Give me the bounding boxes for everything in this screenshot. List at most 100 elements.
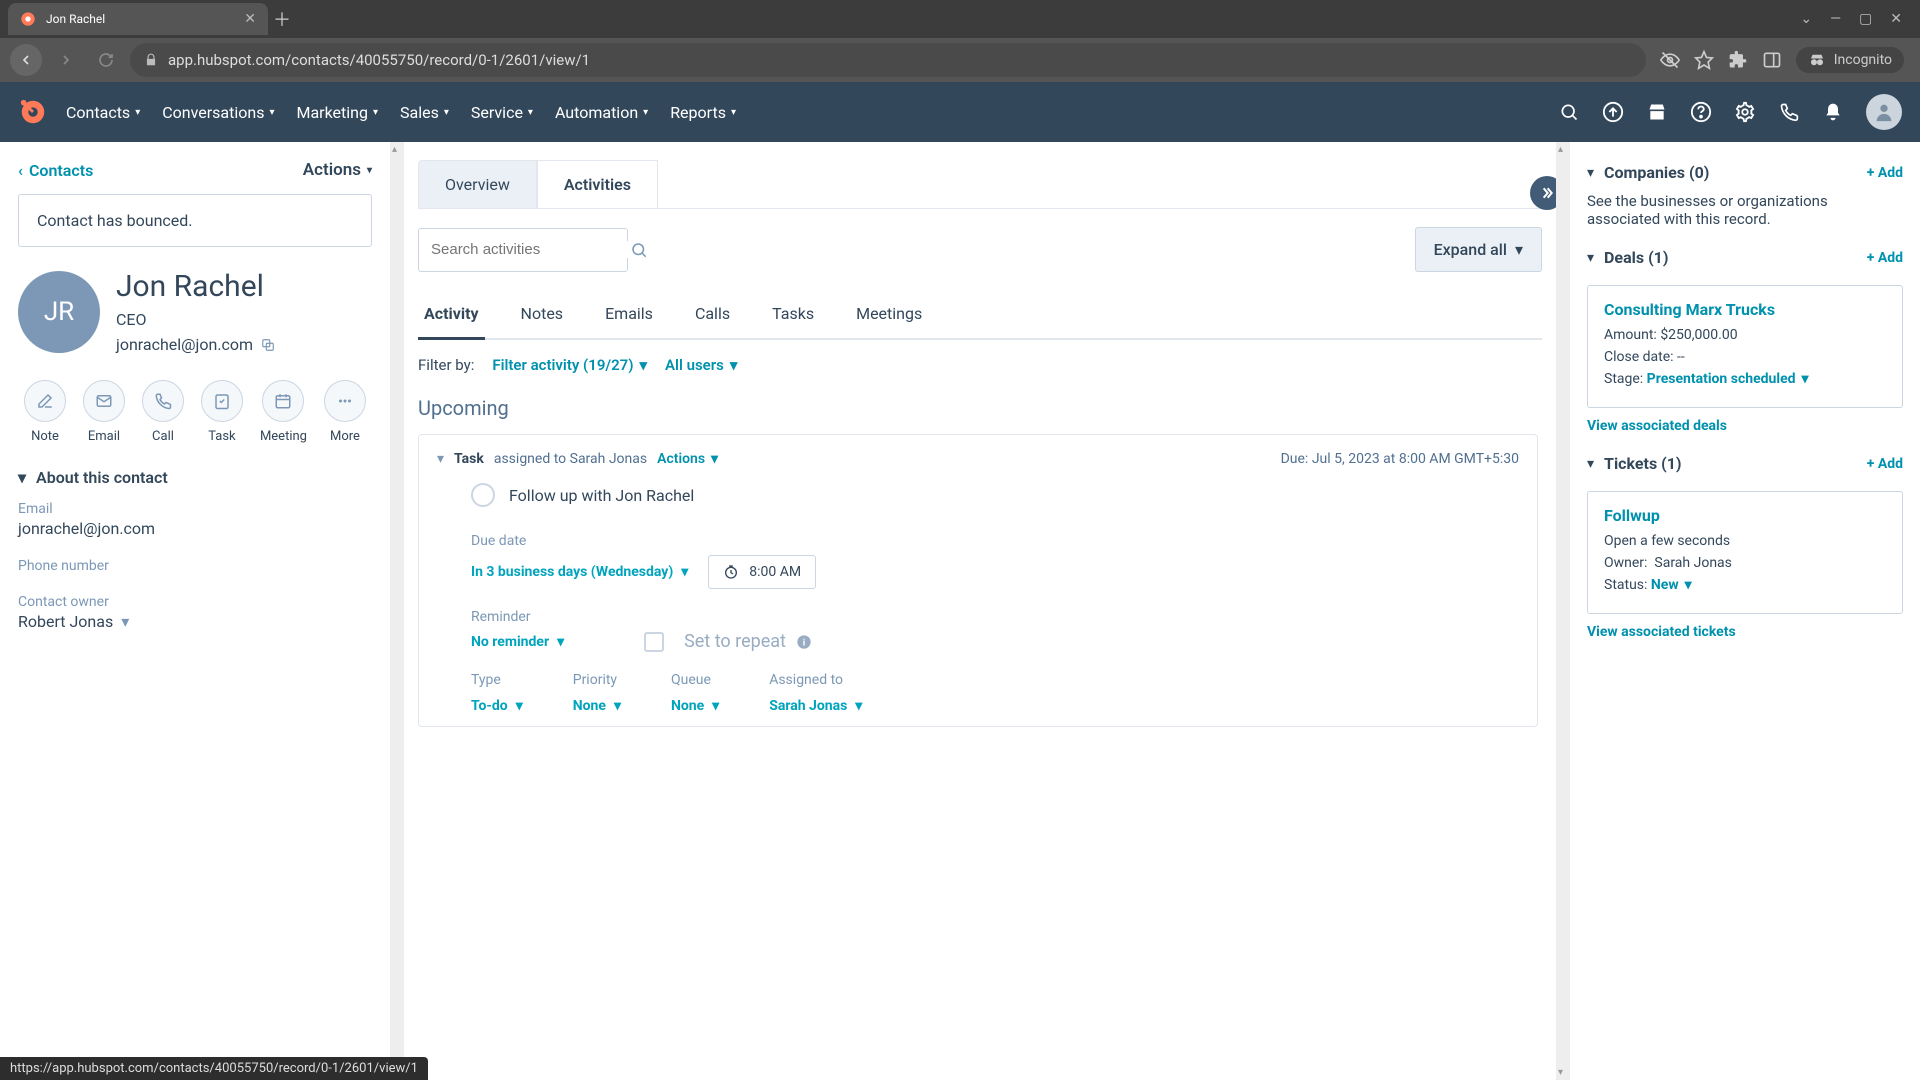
nav-conversations[interactable]: Conversations▾ bbox=[162, 103, 274, 122]
hubspot-logo-icon[interactable] bbox=[18, 97, 48, 127]
type-label: Type bbox=[471, 672, 523, 688]
tab-activities[interactable]: Activities bbox=[537, 160, 658, 208]
eye-off-icon[interactable] bbox=[1660, 50, 1680, 70]
subtab-notes[interactable]: Notes bbox=[515, 294, 570, 338]
scroll-up-icon[interactable]: ▴ bbox=[1558, 144, 1563, 155]
due-date-dropdown[interactable]: In 3 business days (Wednesday)▾ bbox=[471, 564, 688, 580]
subtab-tasks[interactable]: Tasks bbox=[766, 294, 820, 338]
left-scrollbar[interactable]: ▴ ▾ bbox=[390, 142, 404, 1080]
collapse-task-icon[interactable]: ▾ bbox=[437, 451, 444, 467]
reload-button[interactable] bbox=[90, 44, 122, 76]
nav-automation[interactable]: Automation▾ bbox=[555, 103, 648, 122]
tab-overview[interactable]: Overview bbox=[418, 160, 537, 208]
add-deal-button[interactable]: + Add bbox=[1867, 250, 1903, 266]
subtab-meetings[interactable]: Meetings bbox=[850, 294, 928, 338]
priority-dropdown[interactable]: None▾ bbox=[573, 698, 621, 714]
phone-icon[interactable] bbox=[1778, 101, 1800, 123]
info-icon[interactable]: i bbox=[796, 634, 812, 650]
panel-icon[interactable] bbox=[1762, 50, 1782, 70]
field-owner-value[interactable]: Robert Jonas▾ bbox=[18, 612, 372, 631]
collapse-deals-icon[interactable]: ▾ bbox=[1587, 250, 1594, 266]
search-icon[interactable] bbox=[1558, 101, 1580, 123]
about-section-toggle[interactable]: ▾ About this contact bbox=[18, 468, 372, 487]
settings-icon[interactable] bbox=[1734, 101, 1756, 123]
add-company-button[interactable]: + Add bbox=[1867, 165, 1903, 181]
email-button[interactable]: Email bbox=[83, 380, 125, 444]
more-button[interactable]: More bbox=[324, 380, 366, 444]
task-complete-checkbox[interactable] bbox=[471, 483, 495, 507]
reminder-dropdown[interactable]: No reminder▾ bbox=[471, 634, 564, 650]
ticket-status-dropdown[interactable]: New▾ bbox=[1651, 577, 1692, 593]
upgrade-icon[interactable] bbox=[1602, 101, 1624, 123]
forward-button[interactable] bbox=[50, 44, 82, 76]
search-activities-input[interactable] bbox=[418, 228, 628, 272]
nav-service[interactable]: Service▾ bbox=[471, 103, 533, 122]
subtab-emails[interactable]: Emails bbox=[599, 294, 659, 338]
contact-title: CEO bbox=[116, 310, 275, 329]
status-bar: https://app.hubspot.com/contacts/4005575… bbox=[0, 1057, 428, 1080]
add-ticket-button[interactable]: + Add bbox=[1867, 456, 1903, 472]
view-deals-link[interactable]: View associated deals bbox=[1587, 418, 1727, 434]
view-tickets-link[interactable]: View associated tickets bbox=[1587, 624, 1736, 640]
field-owner-label: Contact owner bbox=[18, 594, 372, 610]
contact-actions-dropdown[interactable]: Actions▾ bbox=[303, 160, 372, 180]
ticket-name-link[interactable]: Follwup bbox=[1604, 506, 1886, 525]
back-to-contacts-link[interactable]: ‹ Contacts bbox=[18, 161, 93, 180]
new-tab-button[interactable]: ＋ bbox=[268, 6, 296, 32]
maximize-icon[interactable]: ▢ bbox=[1859, 11, 1872, 27]
subtab-calls[interactable]: Calls bbox=[689, 294, 736, 338]
help-icon[interactable] bbox=[1690, 101, 1712, 123]
close-tab-icon[interactable]: ✕ bbox=[244, 11, 256, 27]
type-dropdown[interactable]: To-do▾ bbox=[471, 698, 523, 714]
note-button[interactable]: Note bbox=[24, 380, 66, 444]
collapse-companies-icon[interactable]: ▾ bbox=[1587, 165, 1594, 181]
url-bar[interactable]: app.hubspot.com/contacts/40055750/record… bbox=[130, 43, 1646, 77]
queue-dropdown[interactable]: None▾ bbox=[671, 698, 719, 714]
browser-chrome: Jon Rachel ✕ ＋ ⌄ — ▢ ✕ app.hubspot.com/c… bbox=[0, 0, 1920, 82]
marketplace-icon[interactable] bbox=[1646, 101, 1668, 123]
deal-name-link[interactable]: Consulting Marx Trucks bbox=[1604, 300, 1886, 319]
scroll-down-icon[interactable]: ▾ bbox=[1558, 1067, 1563, 1078]
back-button[interactable] bbox=[10, 44, 42, 76]
assignee-dropdown[interactable]: Sarah Jonas▾ bbox=[769, 698, 862, 714]
nav-reports[interactable]: Reports▾ bbox=[670, 103, 736, 122]
field-email-value[interactable]: jonrachel@jon.com bbox=[18, 519, 372, 538]
incognito-indicator[interactable]: Incognito bbox=[1796, 47, 1904, 73]
expand-all-button[interactable]: Expand all▾ bbox=[1415, 227, 1542, 272]
minimize-icon[interactable]: — bbox=[1830, 11, 1841, 27]
deal-card: Consulting Marx Trucks Amount: $250,000.… bbox=[1587, 285, 1903, 408]
extensions-icon[interactable] bbox=[1728, 50, 1748, 70]
task-card: ▾ Task assigned to Sarah Jonas Actions▾ … bbox=[418, 434, 1538, 727]
topnav-menu: Contacts▾ Conversations▾ Marketing▾ Sale… bbox=[66, 103, 736, 122]
notifications-icon[interactable] bbox=[1822, 101, 1844, 123]
user-avatar[interactable] bbox=[1866, 94, 1902, 130]
nav-sales[interactable]: Sales▾ bbox=[400, 103, 449, 122]
copy-icon[interactable] bbox=[261, 338, 275, 352]
deal-stage-dropdown[interactable]: Presentation scheduled▾ bbox=[1647, 371, 1809, 387]
chevron-down-icon: ▾ bbox=[18, 468, 26, 487]
collapse-tickets-icon[interactable]: ▾ bbox=[1587, 456, 1594, 472]
subtab-activity[interactable]: Activity bbox=[418, 294, 485, 340]
nav-contacts[interactable]: Contacts▾ bbox=[66, 103, 140, 122]
task-button[interactable]: Task bbox=[201, 380, 243, 444]
lock-icon bbox=[144, 53, 158, 67]
browser-tab-active[interactable]: Jon Rachel ✕ bbox=[8, 3, 268, 35]
close-window-icon[interactable]: ✕ bbox=[1890, 11, 1902, 27]
search-input[interactable] bbox=[431, 241, 630, 258]
nav-marketing[interactable]: Marketing▾ bbox=[296, 103, 378, 122]
task-kind: Task bbox=[454, 451, 484, 467]
field-email-label: Email bbox=[18, 501, 372, 517]
task-title[interactable]: Follow up with Jon Rachel bbox=[509, 486, 694, 505]
scroll-up-icon[interactable]: ▴ bbox=[392, 144, 397, 155]
repeat-checkbox[interactable] bbox=[644, 632, 664, 652]
due-time-input[interactable]: 8:00 AM bbox=[708, 555, 816, 589]
call-button[interactable]: Call bbox=[142, 380, 184, 444]
task-actions-dropdown[interactable]: Actions▾ bbox=[657, 451, 718, 467]
star-icon[interactable] bbox=[1694, 50, 1714, 70]
filter-activity-dropdown[interactable]: Filter activity (19/27)▾ bbox=[492, 356, 647, 374]
search-icon[interactable] bbox=[630, 241, 648, 259]
chevron-down-icon[interactable]: ⌄ bbox=[1800, 11, 1812, 27]
middle-scrollbar[interactable]: ▴ ▾ bbox=[1556, 142, 1570, 1080]
meeting-button[interactable]: Meeting bbox=[260, 380, 307, 444]
filter-users-dropdown[interactable]: All users▾ bbox=[665, 356, 737, 374]
